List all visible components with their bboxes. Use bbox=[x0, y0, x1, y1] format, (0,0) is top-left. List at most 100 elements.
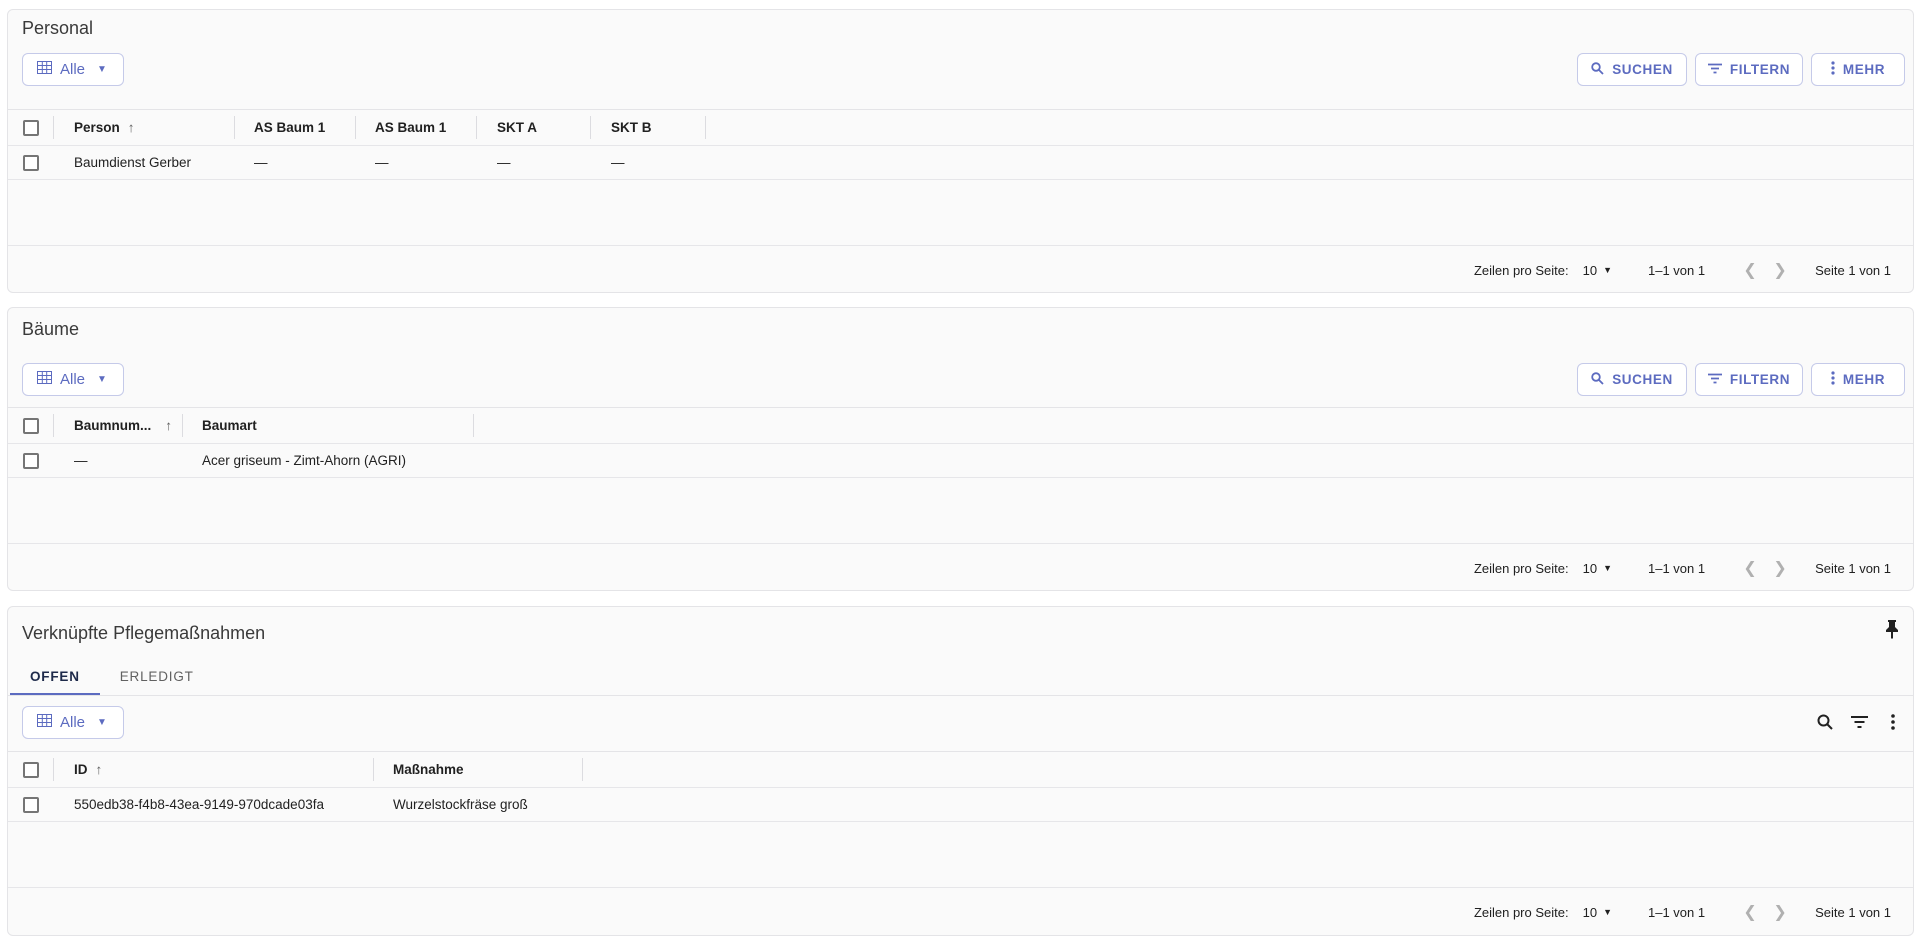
select-all-checkbox[interactable] bbox=[23, 119, 39, 136]
tab-erledigt[interactable]: ERLEDIGT bbox=[100, 659, 214, 693]
cell-as-baum-1b: — bbox=[375, 155, 389, 170]
filter-button[interactable]: FILTERN bbox=[1695, 53, 1803, 86]
section-title: Bäume bbox=[22, 319, 80, 339]
select-all-checkbox[interactable] bbox=[23, 417, 39, 434]
column-header-skt-a[interactable]: SKT A bbox=[485, 110, 537, 145]
view-selector-button[interactable]: Alle ▼ bbox=[22, 53, 124, 86]
view-selector-button[interactable]: Alle ▼ bbox=[22, 363, 124, 396]
tab-bar: OFFEN ERLEDIGT bbox=[10, 659, 214, 695]
rows-per-page-select[interactable]: 10 ▼ bbox=[1583, 905, 1612, 920]
caret-down-icon: ▼ bbox=[1603, 563, 1612, 573]
table-row[interactable]: Baumdienst Gerber — — — — bbox=[8, 146, 1913, 180]
pagination-range: 1–1 von 1 bbox=[1648, 262, 1706, 278]
table-row[interactable]: — Acer griseum - Zimt-Ahorn (AGRI) bbox=[8, 444, 1913, 478]
care-measures-panel: Verknüpfte Pflegemaßnahmen OFFEN ERLEDIG… bbox=[7, 606, 1914, 936]
page-indicator: Seite 1 von 1 bbox=[1815, 560, 1891, 576]
empty-grid-area bbox=[8, 822, 1913, 888]
search-icon[interactable] bbox=[1815, 710, 1835, 734]
more-vert-icon[interactable] bbox=[1883, 710, 1903, 734]
tab-offen[interactable]: OFFEN bbox=[10, 659, 100, 695]
select-all-checkbox[interactable] bbox=[23, 761, 39, 778]
section-title: Personal bbox=[22, 18, 94, 38]
trees-panel: Bäume Alle ▼ SUCHEN FILTERN MEHR Baumnum… bbox=[7, 307, 1914, 591]
column-header-id[interactable]: ID ↑ bbox=[62, 752, 102, 787]
previous-page-icon[interactable]: ❮ bbox=[1735, 902, 1765, 922]
cell-skt-a: — bbox=[497, 155, 511, 170]
cell-id: 550edb38-f4b8-43ea-9149-970dcade03fa bbox=[74, 797, 324, 812]
column-header-baumnummer[interactable]: Baumnum... ↑ bbox=[62, 408, 172, 443]
search-button-label: SUCHEN bbox=[1612, 372, 1673, 387]
filter-icon bbox=[1707, 62, 1722, 77]
next-page-icon[interactable]: ❯ bbox=[1765, 558, 1795, 578]
grid-header-row: ID ↑ Maßnahme bbox=[8, 752, 1913, 788]
page-indicator: Seite 1 von 1 bbox=[1815, 904, 1891, 920]
search-icon bbox=[1591, 371, 1604, 388]
caret-down-icon: ▼ bbox=[1603, 265, 1612, 275]
personal-panel: Personal Alle ▼ SUCHEN FILTERN MEHR Pers… bbox=[7, 9, 1914, 293]
rows-per-page-select[interactable]: 10 ▼ bbox=[1583, 263, 1612, 278]
more-button[interactable]: MEHR bbox=[1811, 363, 1905, 396]
section-title: Verknüpfte Pflegemaßnahmen bbox=[22, 623, 266, 643]
cell-baumart: Acer griseum - Zimt-Ahorn (AGRI) bbox=[202, 453, 407, 468]
caret-down-icon: ▼ bbox=[97, 374, 107, 385]
caret-down-icon: ▼ bbox=[97, 64, 107, 75]
search-icon bbox=[1591, 61, 1604, 78]
column-header-skt-b[interactable]: SKT B bbox=[599, 110, 652, 145]
caret-down-icon: ▼ bbox=[1603, 907, 1612, 917]
empty-grid-area bbox=[8, 478, 1913, 544]
more-button[interactable]: MEHR bbox=[1811, 53, 1905, 86]
toolbar: Alle ▼ SUCHEN FILTERN MEHR bbox=[8, 363, 1913, 397]
previous-page-icon[interactable]: ❮ bbox=[1735, 558, 1765, 578]
filter-icon bbox=[1707, 372, 1722, 387]
sort-ascending-icon[interactable]: ↑ bbox=[128, 120, 135, 135]
search-button[interactable]: SUCHEN bbox=[1577, 363, 1687, 396]
pagination-range: 1–1 von 1 bbox=[1648, 560, 1706, 576]
cell-baumnummer: — bbox=[74, 453, 88, 468]
empty-grid-area bbox=[8, 180, 1913, 246]
filter-icon[interactable] bbox=[1849, 710, 1869, 734]
data-grid: ID ↑ Maßnahme 550edb38-f4b8-43ea-9149-970… bbox=[8, 751, 1913, 888]
pin-icon[interactable] bbox=[1885, 619, 1899, 644]
view-selector-button[interactable]: Alle ▼ bbox=[22, 706, 124, 739]
pagination: Zeilen pro Seite: 10 ▼ 1–1 von 1 ❮ ❯ Seit… bbox=[1474, 558, 1891, 578]
row-checkbox[interactable] bbox=[23, 452, 39, 469]
view-label: Alle bbox=[60, 371, 86, 388]
data-grid: Baumnum... ↑ Baumart — Acer griseum - Zim… bbox=[8, 407, 1913, 544]
row-checkbox[interactable] bbox=[23, 796, 39, 813]
rows-per-page-label: Zeilen pro Seite: bbox=[1473, 560, 1569, 576]
column-header-as-baum-1[interactable]: AS Baum 1 bbox=[242, 110, 325, 145]
next-page-icon[interactable]: ❯ bbox=[1765, 260, 1795, 280]
search-button[interactable]: SUCHEN bbox=[1577, 53, 1687, 86]
grid-icon bbox=[37, 61, 52, 78]
rows-per-page-select[interactable]: 10 ▼ bbox=[1583, 561, 1612, 576]
column-header-massnahme[interactable]: Maßnahme bbox=[381, 752, 464, 787]
more-button-label: MEHR bbox=[1842, 62, 1886, 77]
view-label: Alle bbox=[60, 714, 86, 731]
previous-page-icon[interactable]: ❮ bbox=[1735, 260, 1765, 280]
table-row[interactable]: 550edb38-f4b8-43ea-9149-970dcade03fa Wur… bbox=[8, 788, 1913, 822]
page-indicator: Seite 1 von 1 bbox=[1815, 262, 1891, 278]
row-checkbox[interactable] bbox=[23, 154, 39, 171]
sort-ascending-icon[interactable]: ↑ bbox=[96, 762, 103, 777]
column-header-person[interactable]: Person ↑ bbox=[62, 110, 135, 145]
pagination: Zeilen pro Seite: 10 ▼ 1–1 von 1 ❮ ❯ Seit… bbox=[1474, 260, 1891, 280]
grid-icon bbox=[37, 371, 52, 388]
more-vert-icon bbox=[1831, 371, 1835, 388]
grid-header-row: Baumnum... ↑ Baumart bbox=[8, 408, 1913, 444]
column-header-as-baum-1b[interactable]: AS Baum 1 bbox=[363, 110, 446, 145]
filter-button-label: FILTERN bbox=[1729, 62, 1791, 77]
grid-header-row: Person ↑ AS Baum 1 AS Baum 1 SKT A SKT B bbox=[8, 110, 1913, 146]
view-label: Alle bbox=[60, 61, 86, 78]
tab-divider bbox=[8, 695, 1913, 696]
cell-person: Baumdienst Gerber bbox=[74, 155, 192, 170]
column-header-baumart[interactable]: Baumart bbox=[190, 408, 257, 443]
next-page-icon[interactable]: ❯ bbox=[1765, 902, 1795, 922]
filter-button-label: FILTERN bbox=[1729, 372, 1791, 387]
more-button-label: MEHR bbox=[1842, 372, 1886, 387]
sort-ascending-icon[interactable]: ↑ bbox=[165, 418, 172, 433]
toolbar: Alle ▼ SUCHEN FILTERN MEHR bbox=[8, 53, 1913, 87]
toolbar: Alle ▼ bbox=[8, 706, 1913, 740]
filter-button[interactable]: FILTERN bbox=[1695, 363, 1803, 396]
pagination-range: 1–1 von 1 bbox=[1648, 904, 1706, 920]
data-grid: Person ↑ AS Baum 1 AS Baum 1 SKT A SKT B … bbox=[8, 109, 1913, 246]
